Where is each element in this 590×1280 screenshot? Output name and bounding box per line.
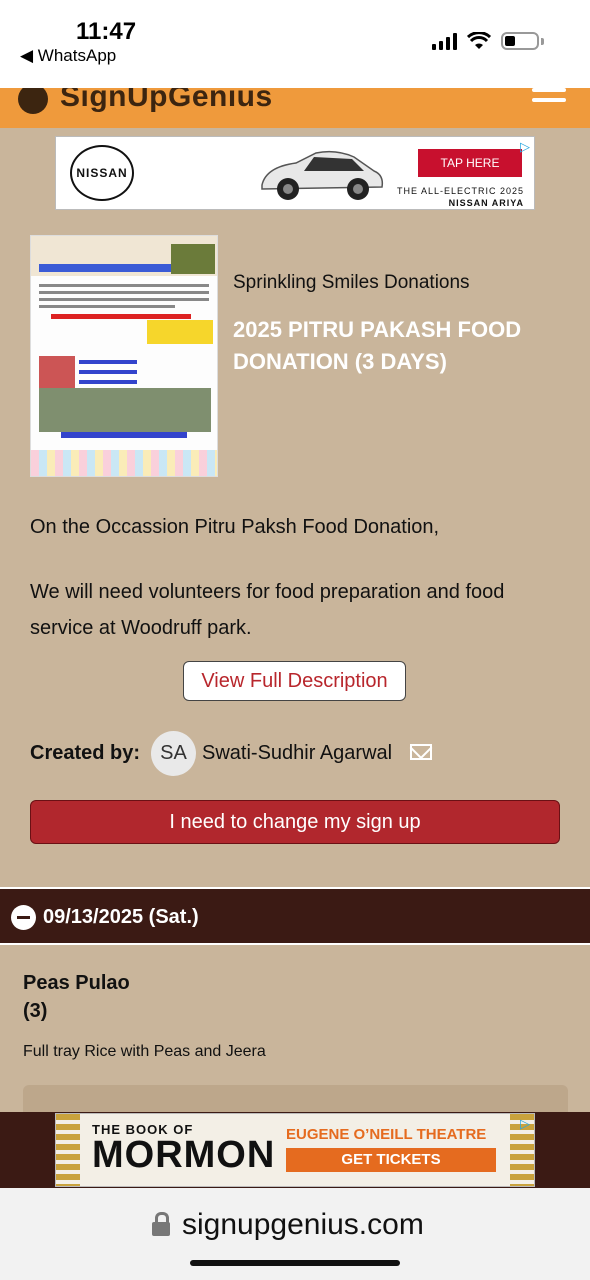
- site-header: SignUpGenius: [0, 88, 590, 128]
- home-indicator[interactable]: [190, 1260, 400, 1266]
- event-title: 2025 PITRU PAKASH FOOD DONATION (3 DAYS): [233, 317, 522, 374]
- signupgenius-logo[interactable]: SignUpGenius: [60, 88, 273, 114]
- view-full-description-button[interactable]: View Full Description: [183, 661, 406, 701]
- adchoices-icon[interactable]: ▷: [520, 1116, 530, 1132]
- creator-avatar: SA: [151, 731, 196, 776]
- email-creator-icon[interactable]: [410, 744, 432, 760]
- wifi-icon: [467, 32, 491, 49]
- battery-icon: [501, 32, 539, 50]
- ad-tagline: THE ALL-ELECTRIC 2025 NISSAN ARIYA: [396, 186, 524, 208]
- date-section-header[interactable]: 09/13/2025 (Sat.): [0, 887, 590, 945]
- status-icons: [432, 32, 544, 50]
- event-description-line2: We will need volunteers for food prepara…: [30, 581, 505, 639]
- item-name: Peas Pulao: [23, 972, 130, 994]
- cellular-signal-icon: [432, 32, 457, 50]
- nissan-logo: NISSAN: [70, 145, 134, 201]
- event-description-line1: On the Occassion Pitru Paksh Food Donati…: [30, 516, 440, 538]
- organization-name: Sprinkling Smiles Donations: [233, 272, 470, 293]
- status-time: 11:47: [76, 18, 137, 45]
- ad-model: NISSAN ARIYA: [448, 198, 524, 208]
- hamburger-menu-icon[interactable]: [532, 88, 566, 102]
- creator-name: Swati-Sudhir Agarwal: [202, 742, 393, 764]
- get-tickets-button[interactable]: GET TICKETS: [286, 1148, 496, 1172]
- back-to-whatsapp-link[interactable]: ◀ WhatsApp: [20, 46, 116, 66]
- date-label: 09/13/2025 (Sat.): [43, 906, 199, 928]
- browser-address-bar[interactable]: signupgenius.com: [0, 1188, 590, 1280]
- ad-theatre-name: EUGENE O’NEILL THEATRE: [286, 1126, 487, 1143]
- adchoices-icon[interactable]: ▷: [520, 139, 530, 155]
- ad-border-decoration: [56, 1114, 80, 1186]
- nissan-logo-text: NISSAN: [74, 165, 130, 181]
- item-description: Full tray Rice with Peas and Jeera: [23, 1043, 266, 1060]
- nissan-ad-banner[interactable]: NISSAN TAP HERE THE ALL-ELECTRIC 2025 NI…: [55, 136, 535, 210]
- change-signup-button[interactable]: I need to change my sign up: [30, 800, 560, 844]
- item-quantity: (3): [23, 1000, 48, 1022]
- created-by-label: Created by:: [30, 742, 141, 764]
- car-image: [261, 150, 384, 200]
- book-of-mormon-ad-banner[interactable]: THE BOOK OF MORMON EUGENE O’NEILL THEATR…: [55, 1113, 535, 1187]
- collapse-minus-icon[interactable]: [11, 905, 36, 930]
- ad-big-title: MORMON: [92, 1134, 276, 1176]
- battery-tip: [541, 37, 544, 45]
- lock-icon: [152, 1212, 170, 1236]
- lightbulb-logo-icon: [18, 88, 48, 114]
- url-text[interactable]: signupgenius.com: [182, 1208, 424, 1242]
- tap-here-button[interactable]: TAP HERE: [418, 149, 522, 177]
- event-flyer-image[interactable]: [30, 235, 218, 477]
- status-bar: 11:47 ◀ WhatsApp: [0, 0, 590, 88]
